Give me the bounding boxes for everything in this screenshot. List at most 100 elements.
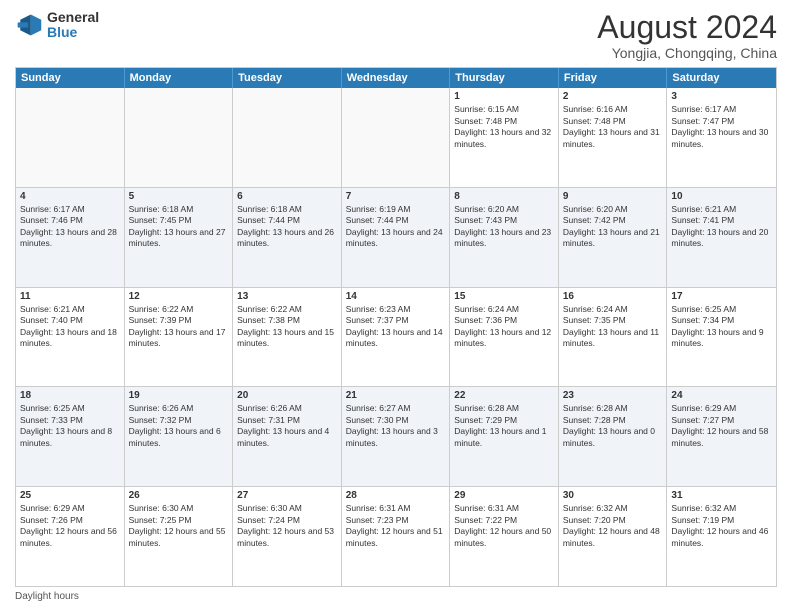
cell-content: Sunrise: 6:17 AM Sunset: 7:46 PM Dayligh… — [20, 204, 120, 250]
cell-content: Sunrise: 6:30 AM Sunset: 7:24 PM Dayligh… — [237, 503, 337, 549]
calendar-cell-w4-d2: 19Sunrise: 6:26 AM Sunset: 7:32 PM Dayli… — [125, 387, 234, 486]
header-friday: Friday — [559, 68, 668, 88]
cell-content: Sunrise: 6:31 AM Sunset: 7:22 PM Dayligh… — [454, 503, 554, 549]
calendar-cell-w1-d2 — [125, 88, 234, 187]
day-number: 27 — [237, 490, 337, 501]
day-number: 20 — [237, 390, 337, 401]
calendar-cell-w3-d7: 17 Sunrise: 6:25 AM Sunset: 7:34 PM Dayli… — [667, 288, 776, 387]
day-number: 15 — [454, 291, 554, 302]
subtitle: Yongjia, Chongqing, China — [597, 45, 777, 61]
calendar-cell-w2-d1: 4Sunrise: 6:17 AM Sunset: 7:46 PM Daylig… — [16, 188, 125, 287]
cell-content: Sunrise: 6:24 AM Sunset: 7:35 PM Dayligh… — [563, 304, 663, 350]
logo-text: General Blue — [47, 10, 99, 41]
cell-content: Sunrise: 6:26 AM Sunset: 7:31 PM Dayligh… — [237, 403, 337, 449]
day-number: 26 — [129, 490, 229, 501]
header-tuesday: Tuesday — [233, 68, 342, 88]
calendar-cell-w4-d7: 24 Sunrise: 6:29 AM Sunset: 7:27 PM Dayli… — [667, 387, 776, 486]
calendar-cell-w3-d5: 15 Sunrise: 6:24 AM Sunset: 7:36 PM Dayli… — [450, 288, 559, 387]
cell-content: Sunrise: 6:28 AM Sunset: 7:29 PM Dayligh… — [454, 403, 554, 449]
day-number: 1 — [454, 91, 554, 102]
logo-line1: General — [47, 10, 99, 25]
calendar-cell-w2-d6: 9Sunrise: 6:20 AM Sunset: 7:42 PM Daylig… — [559, 188, 668, 287]
calendar-cell-w3-d1: 11 Sunrise: 6:21 AM Sunset: 7:40 PM Dayli… — [16, 288, 125, 387]
calendar-cell-w1-d3 — [233, 88, 342, 187]
calendar-cell-w5-d2: 26Sunrise: 6:30 AM Sunset: 7:25 PM Dayli… — [125, 487, 234, 586]
calendar-cell-w2-d4: 7 Sunrise: 6:19 AM Sunset: 7:44 PM Daylig… — [342, 188, 451, 287]
day-number: 28 — [346, 490, 446, 501]
cell-content: Sunrise: 6:18 AM Sunset: 7:44 PM Dayligh… — [237, 204, 337, 250]
calendar-cell-w3-d2: 12 Sunrise: 6:22 AM Sunset: 7:39 PM Dayli… — [125, 288, 234, 387]
day-number: 31 — [671, 490, 772, 501]
day-number: 30 — [563, 490, 663, 501]
calendar-week-1: 1Sunrise: 6:15 AM Sunset: 7:48 PM Daylig… — [16, 88, 776, 188]
day-number: 7 — [346, 191, 446, 202]
day-number: 29 — [454, 490, 554, 501]
cell-content: Sunrise: 6:18 AM Sunset: 7:45 PM Dayligh… — [129, 204, 229, 250]
day-number: 14 — [346, 291, 446, 302]
main-title: August 2024 — [597, 10, 777, 45]
day-number: 11 — [20, 291, 120, 302]
day-number: 3 — [671, 91, 772, 102]
logo-icon — [15, 11, 43, 39]
cell-content: Sunrise: 6:29 AM Sunset: 7:27 PM Dayligh… — [671, 403, 772, 449]
calendar-header: Sunday Monday Tuesday Wednesday Thursday… — [16, 68, 776, 88]
cell-content: Sunrise: 6:21 AM Sunset: 7:41 PM Dayligh… — [671, 204, 772, 250]
calendar-cell-w4-d4: 21Sunrise: 6:27 AM Sunset: 7:30 PM Dayli… — [342, 387, 451, 486]
day-number: 12 — [129, 291, 229, 302]
cell-content: Sunrise: 6:24 AM Sunset: 7:36 PM Dayligh… — [454, 304, 554, 350]
calendar-cell-w4-d1: 18 Sunrise: 6:25 AM Sunset: 7:33 PM Dayli… — [16, 387, 125, 486]
day-number: 2 — [563, 91, 663, 102]
day-number: 16 — [563, 291, 663, 302]
footer: Daylight hours — [15, 591, 777, 602]
logo: General Blue — [15, 10, 99, 41]
calendar-cell-w1-d1 — [16, 88, 125, 187]
calendar-cell-w3-d3: 13 Sunrise: 6:22 AM Sunset: 7:38 PM Dayli… — [233, 288, 342, 387]
calendar-cell-w2-d5: 8Sunrise: 6:20 AM Sunset: 7:43 PM Daylig… — [450, 188, 559, 287]
header-wednesday: Wednesday — [342, 68, 451, 88]
calendar-cell-w5-d5: 29 Sunrise: 6:31 AM Sunset: 7:22 PM Dayli… — [450, 487, 559, 586]
calendar-cell-w4-d5: 22 Sunrise: 6:28 AM Sunset: 7:29 PM Dayli… — [450, 387, 559, 486]
calendar-week-5: 25Sunrise: 6:29 AM Sunset: 7:26 PM Dayli… — [16, 487, 776, 586]
day-number: 22 — [454, 390, 554, 401]
cell-content: Sunrise: 6:20 AM Sunset: 7:43 PM Dayligh… — [454, 204, 554, 250]
cell-content: Sunrise: 6:16 AM Sunset: 7:48 PM Dayligh… — [563, 104, 663, 150]
cell-content: Sunrise: 6:25 AM Sunset: 7:34 PM Dayligh… — [671, 304, 772, 350]
calendar-cell-w1-d5: 1Sunrise: 6:15 AM Sunset: 7:48 PM Daylig… — [450, 88, 559, 187]
cell-content: Sunrise: 6:27 AM Sunset: 7:30 PM Dayligh… — [346, 403, 446, 449]
calendar-cell-w2-d3: 6 Sunrise: 6:18 AM Sunset: 7:44 PM Daylig… — [233, 188, 342, 287]
cell-content: Sunrise: 6:31 AM Sunset: 7:23 PM Dayligh… — [346, 503, 446, 549]
cell-content: Sunrise: 6:23 AM Sunset: 7:37 PM Dayligh… — [346, 304, 446, 350]
cell-content: Sunrise: 6:32 AM Sunset: 7:20 PM Dayligh… — [563, 503, 663, 549]
calendar-cell-w5-d3: 27 Sunrise: 6:30 AM Sunset: 7:24 PM Dayli… — [233, 487, 342, 586]
day-number: 25 — [20, 490, 120, 501]
cell-content: Sunrise: 6:22 AM Sunset: 7:39 PM Dayligh… — [129, 304, 229, 350]
day-number: 6 — [237, 191, 337, 202]
day-number: 17 — [671, 291, 772, 302]
day-number: 18 — [20, 390, 120, 401]
calendar-cell-w5-d6: 30 Sunrise: 6:32 AM Sunset: 7:20 PM Dayli… — [559, 487, 668, 586]
header-saturday: Saturday — [667, 68, 776, 88]
calendar: Sunday Monday Tuesday Wednesday Thursday… — [15, 67, 777, 587]
cell-content: Sunrise: 6:19 AM Sunset: 7:44 PM Dayligh… — [346, 204, 446, 250]
calendar-cell-w4-d3: 20 Sunrise: 6:26 AM Sunset: 7:31 PM Dayli… — [233, 387, 342, 486]
cell-content: Sunrise: 6:21 AM Sunset: 7:40 PM Dayligh… — [20, 304, 120, 350]
calendar-cell-w2-d2: 5Sunrise: 6:18 AM Sunset: 7:45 PM Daylig… — [125, 188, 234, 287]
calendar-cell-w5-d1: 25Sunrise: 6:29 AM Sunset: 7:26 PM Dayli… — [16, 487, 125, 586]
day-number: 9 — [563, 191, 663, 202]
title-block: August 2024 Yongjia, Chongqing, China — [597, 10, 777, 61]
calendar-cell-w3-d4: 14 Sunrise: 6:23 AM Sunset: 7:37 PM Dayli… — [342, 288, 451, 387]
cell-content: Sunrise: 6:28 AM Sunset: 7:28 PM Dayligh… — [563, 403, 663, 449]
cell-content: Sunrise: 6:25 AM Sunset: 7:33 PM Dayligh… — [20, 403, 120, 449]
calendar-cell-w1-d4 — [342, 88, 451, 187]
calendar-cell-w1-d6: 2 Sunrise: 6:16 AM Sunset: 7:48 PM Daylig… — [559, 88, 668, 187]
header-sunday: Sunday — [16, 68, 125, 88]
cell-content: Sunrise: 6:22 AM Sunset: 7:38 PM Dayligh… — [237, 304, 337, 350]
cell-content: Sunrise: 6:32 AM Sunset: 7:19 PM Dayligh… — [671, 503, 772, 549]
cell-content: Sunrise: 6:17 AM Sunset: 7:47 PM Dayligh… — [671, 104, 772, 150]
day-number: 19 — [129, 390, 229, 401]
calendar-week-2: 4Sunrise: 6:17 AM Sunset: 7:46 PM Daylig… — [16, 188, 776, 288]
day-number: 13 — [237, 291, 337, 302]
day-number: 24 — [671, 390, 772, 401]
calendar-cell-w2-d7: 10Sunrise: 6:21 AM Sunset: 7:41 PM Dayli… — [667, 188, 776, 287]
header-monday: Monday — [125, 68, 234, 88]
